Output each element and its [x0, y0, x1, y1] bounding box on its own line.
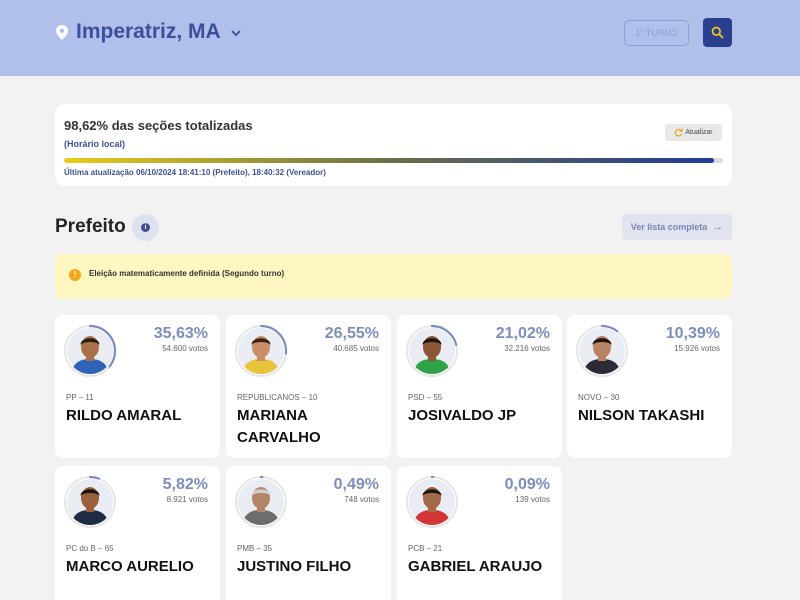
candidate-name: RILDO AMARAL — [66, 407, 182, 424]
candidate-card[interactable]: 5,82% 8.921 votos PC do B – 65 MARCO AURELI… — [55, 466, 220, 600]
progress-fill — [64, 158, 714, 163]
candidate-avatar — [234, 324, 288, 378]
local-time-note: (Horário local) — [64, 139, 126, 149]
candidate-avatar — [575, 324, 629, 378]
chevron-down-icon — [231, 30, 241, 37]
candidate-card[interactable]: 10,39% 15.926 votos NOVO – 30 NILSON TAKASH… — [567, 315, 732, 458]
candidate-card[interactable]: 26,55% 40.685 votos REPUBLICANOS – 10 MARIA… — [226, 315, 391, 458]
candidate-votes: 15.926 votos — [674, 344, 720, 353]
candidate-name: MARIANA CARVALHO — [237, 407, 321, 446]
candidate-name: MARCO AURELIO — [66, 558, 194, 575]
candidate-photo — [409, 479, 455, 525]
candidate-party: PSD – 55 — [408, 393, 443, 402]
sections-totalized-text: 98,62% das seções totalizadas — [64, 118, 253, 133]
full-list-label: Ver lista completa — [630, 222, 708, 232]
election-alert: ! Eleição matematicamente definida (Segu… — [55, 254, 732, 299]
warning-icon: ! — [69, 269, 81, 281]
candidate-party: PMB – 35 — [237, 544, 273, 553]
candidate-votes: 139 votos — [515, 495, 550, 504]
candidate-name: JUSTINO FILHO — [237, 558, 352, 575]
arrow-right-icon: → — [712, 221, 724, 233]
candidate-card[interactable]: 21,02% 32.216 votos PSD – 55 JOSIVALDO JP — [397, 315, 562, 458]
candidate-party: PC do B – 65 — [66, 544, 114, 553]
candidate-party: REPUBLICANOS – 10 — [237, 393, 318, 402]
candidate-party: PCB – 21 — [408, 544, 443, 553]
location-pin-icon — [56, 24, 68, 40]
location-name: Imperatriz, MA — [76, 20, 221, 43]
candidate-percent: 5,82% — [162, 476, 208, 493]
candidate-card[interactable]: 0,49% 748 votos PMB – 35 JUSTINO FILHO — [226, 466, 391, 600]
round-toggle-button[interactable]: 1º TURNO — [624, 20, 689, 46]
refresh-button[interactable]: Atualizar — [665, 124, 722, 141]
candidate-party: NOVO – 30 — [578, 393, 620, 402]
totalization-status-card: 98,62% das seções totalizadas (Horário l… — [55, 104, 732, 186]
candidate-votes: 54.600 votos — [162, 344, 208, 353]
top-header: Imperatriz, MA 1º TURNO — [0, 0, 800, 76]
candidate-avatar — [63, 324, 117, 378]
last-update-text: Última atualização 06/10/2024 18:41:10 (… — [64, 168, 326, 177]
search-button[interactable] — [703, 18, 732, 47]
candidate-photo — [238, 479, 284, 525]
candidate-percent: 0,49% — [333, 476, 379, 493]
totalization-progress-bar — [64, 158, 723, 163]
candidate-avatar — [405, 475, 459, 529]
candidate-card[interactable]: 0,09% 139 votos PCB – 21 GABRIEL ARAUJO — [397, 466, 562, 600]
location-selector[interactable]: Imperatriz, MA — [56, 20, 242, 44]
full-list-button[interactable]: Ver lista completa → — [622, 214, 732, 240]
candidate-card[interactable]: 35,63% 54.600 votos PP – 11 RILDO AMARAL — [55, 315, 220, 458]
candidate-photo — [67, 328, 113, 374]
candidate-votes: 748 votos — [344, 495, 379, 504]
candidate-photo — [579, 328, 625, 374]
refresh-icon — [675, 128, 683, 137]
candidate-photo — [67, 479, 113, 525]
candidate-photo — [238, 328, 284, 374]
candidate-photo — [409, 328, 455, 374]
candidate-votes: 8.921 votos — [166, 495, 208, 504]
candidate-percent: 35,63% — [153, 325, 208, 342]
candidate-avatar — [405, 324, 459, 378]
info-button[interactable]: i — [132, 214, 159, 241]
candidate-percent: 21,02% — [495, 325, 550, 342]
info-icon: i — [141, 223, 150, 232]
alert-text: Eleição matematicamente definida (Segund… — [89, 269, 285, 278]
candidate-name: GABRIEL ARAUJO — [408, 558, 543, 575]
candidate-votes: 32.216 votos — [504, 344, 550, 353]
candidate-avatar — [63, 475, 117, 529]
candidate-votes: 40.685 votos — [333, 344, 379, 353]
candidate-avatar — [234, 475, 288, 529]
candidate-percent: 26,55% — [324, 325, 379, 342]
candidate-percent: 10,39% — [665, 325, 720, 342]
candidate-percent: 0,09% — [504, 476, 550, 493]
refresh-label: Atualizar — [685, 129, 713, 136]
section-title: Prefeito — [55, 216, 126, 237]
candidate-name: NILSON TAKASHI — [578, 407, 705, 424]
candidate-party: PP – 11 — [66, 393, 94, 402]
search-icon — [711, 26, 724, 39]
candidate-name: JOSIVALDO JP — [408, 407, 517, 424]
